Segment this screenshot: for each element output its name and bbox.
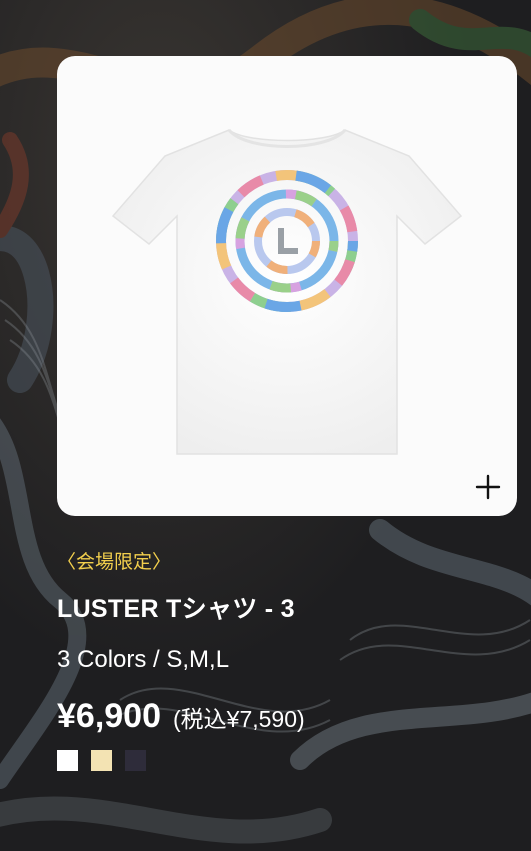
venue-limited-tag: 〈 会場限定 〉: [57, 548, 517, 576]
tag-bracket-close: 〉: [152, 551, 172, 573]
product-title[interactable]: LUSTER Tシャツ - 3: [57, 593, 517, 625]
product-price: ¥6,900: [57, 697, 161, 735]
product-image-card[interactable]: [57, 56, 517, 516]
product-info: 〈 会場限定 〉 LUSTER Tシャツ - 3 3 Colors / S,M,…: [57, 548, 517, 771]
tag-bracket-open: 〈: [57, 551, 77, 573]
plus-icon: [475, 474, 501, 500]
price-row: ¥6,900 (税込¥7,590): [57, 696, 517, 736]
tag-label: 会場限定: [76, 551, 153, 573]
product-variants: 3 Colors / S,M,L: [57, 646, 230, 673]
color-swatch-cream[interactable]: [91, 750, 112, 771]
zoom-button[interactable]: [473, 472, 503, 502]
color-swatch-white[interactable]: [57, 750, 78, 771]
tax-included-price: (税込¥7,590): [173, 706, 305, 732]
color-swatch-navy[interactable]: [125, 750, 146, 771]
color-swatches: [57, 750, 517, 771]
product-tshirt-image: [111, 128, 463, 455]
